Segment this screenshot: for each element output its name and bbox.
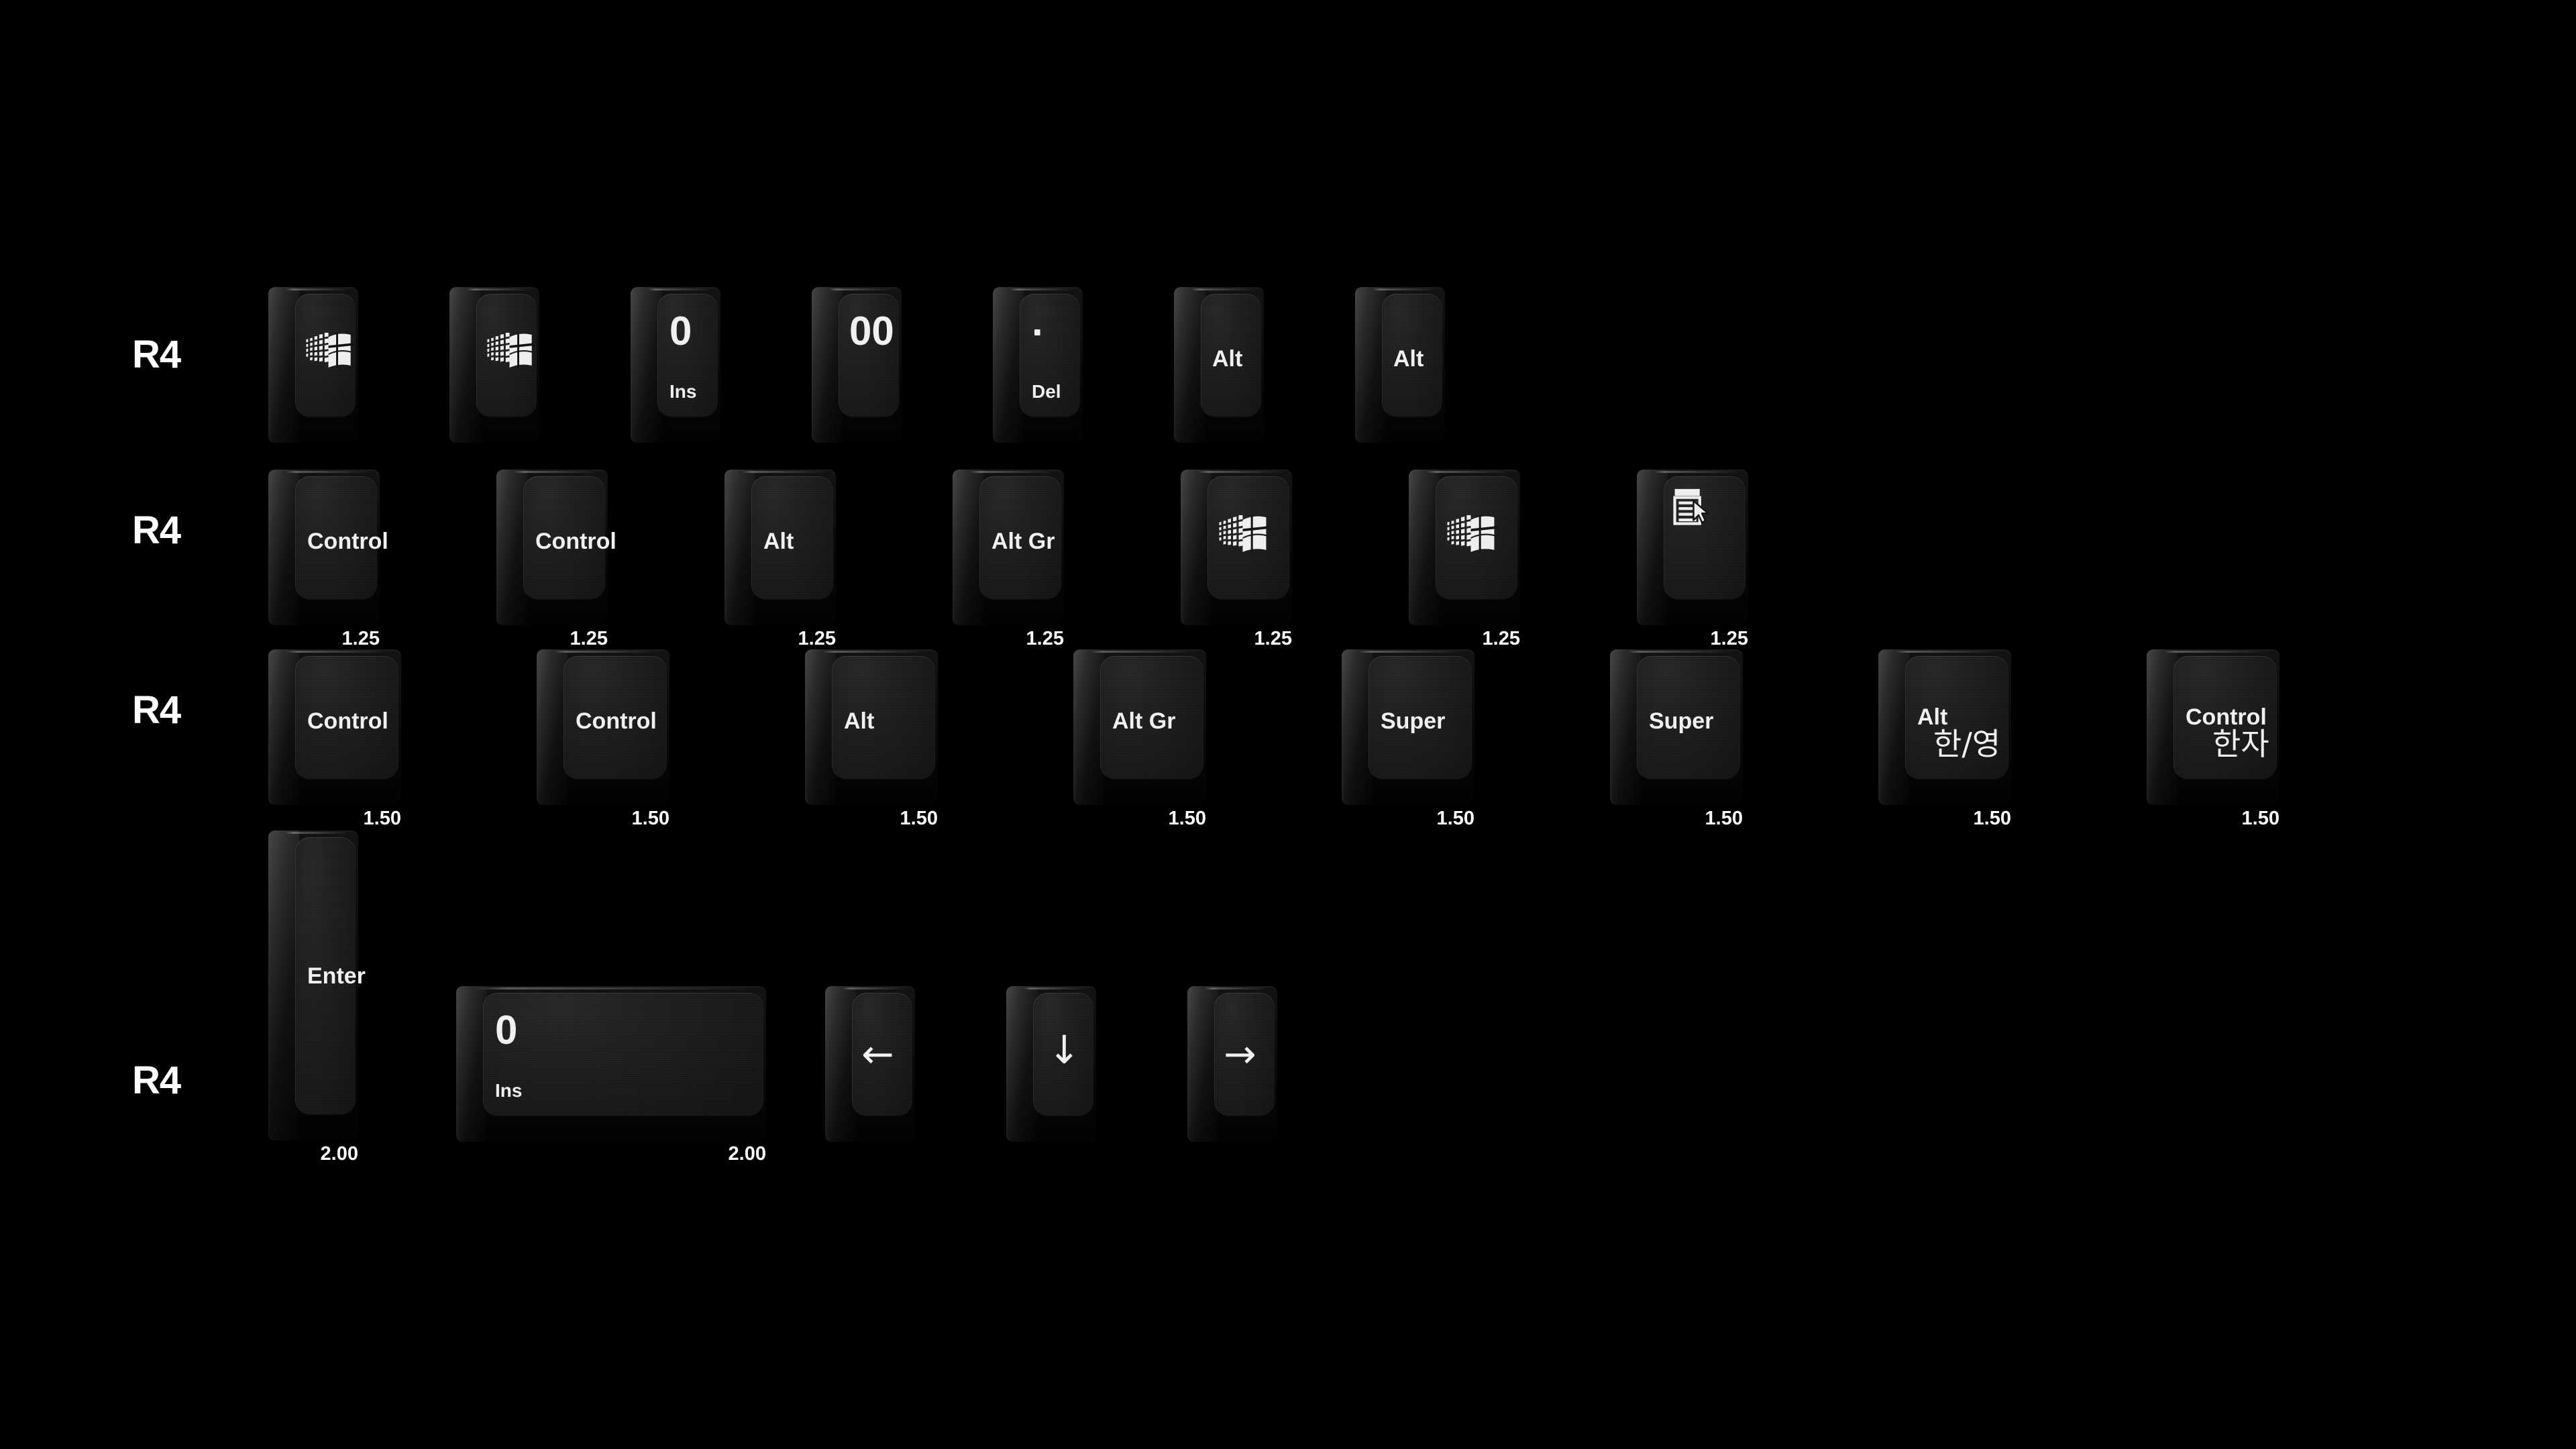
keycap-primary-legend: Super (1649, 708, 1714, 734)
keycap-primary-legend: Alt Gr (991, 529, 1055, 554)
keycap-numpad-zero-ins-200[interactable]: 0 Ins (456, 986, 766, 1142)
keycap-alt-r1-1[interactable]: Alt (1174, 287, 1264, 443)
keycap-size-caption: 1.25 (341, 628, 380, 649)
windows-logo-icon (1447, 515, 1497, 552)
keycap-control-hanja-150[interactable]: Control 한자 (2147, 649, 2279, 805)
keycap-primary-legend: Control (307, 708, 388, 734)
keycap-size-caption: 1.50 (1973, 808, 2011, 829)
row-label-r4-3: R4 (132, 688, 181, 732)
keycap-primary-legend: Alt (1917, 704, 1948, 730)
keycap-size-caption: 1.25 (570, 628, 608, 649)
keycap-primary-legend: Alt (844, 708, 875, 734)
keycap-numpad-decimal-del[interactable]: . Del (993, 287, 1083, 443)
keycap-primary-legend: Enter (307, 963, 366, 989)
keycap-enter-200[interactable]: Enter (268, 830, 366, 1140)
keycap-windows-125-2[interactable] (1409, 470, 1520, 625)
keycap-arrow-right[interactable]: → (1187, 986, 1277, 1142)
keycap-control-125-2[interactable]: Control (496, 470, 616, 625)
keycap-primary-legend: Alt (763, 529, 794, 554)
keycap-primary-legend: Alt (1393, 346, 1424, 372)
keycap-size-caption: 1.50 (631, 808, 669, 829)
keycap-size-caption: 1.50 (1168, 808, 1206, 829)
keycap-alt-150[interactable]: Alt (805, 649, 938, 805)
keycap-altgr-125[interactable]: Alt Gr (953, 470, 1064, 625)
keycap-size-caption: 1.50 (363, 808, 401, 829)
keycap-menu-125[interactable] (1637, 470, 1748, 625)
keycap-windows-2[interactable] (449, 287, 539, 443)
keycap-size-caption: 2.00 (320, 1143, 358, 1165)
keycap-primary-legend: Control (2186, 704, 2267, 730)
arrow-down-icon: ↓ (1048, 1027, 1081, 1073)
windows-logo-icon (487, 333, 535, 368)
keycap-size-caption: 1.50 (900, 808, 938, 829)
keycap-primary-legend: Control (535, 529, 616, 554)
keycap-layout-canvas: R4 0 Ins 00 . Del Alt Alt R4 Control 1.2… (0, 0, 2576, 1449)
keycap-control-125-1[interactable]: Control (268, 470, 388, 625)
keycap-primary-legend: 0 (669, 309, 692, 354)
keycap-super-150-2[interactable]: Super (1610, 649, 1743, 805)
keycap-secondary-legend: Del (1032, 381, 1061, 402)
keycap-top-face (483, 993, 763, 1116)
keycap-alt-125[interactable]: Alt (724, 470, 836, 625)
keycap-super-150-1[interactable]: Super (1342, 649, 1474, 805)
keycap-arrow-down[interactable]: ↓ (1006, 986, 1096, 1142)
keycap-secondary-legend: Ins (495, 1080, 523, 1101)
keycap-numpad-zero-ins-r1[interactable]: 0 Ins (631, 287, 720, 443)
keycap-primary-legend: Super (1381, 708, 1446, 734)
row-label-r4-2: R4 (132, 508, 181, 552)
windows-logo-icon (306, 333, 354, 368)
keycap-size-caption: 1.25 (1254, 628, 1292, 649)
row-label-r4-4: R4 (132, 1059, 181, 1102)
keycap-size-caption: 1.25 (1710, 628, 1748, 649)
keycap-size-caption: 1.25 (1026, 628, 1064, 649)
keycap-size-caption: 1.25 (1482, 628, 1520, 649)
keycap-primary-legend: Alt Gr (1112, 708, 1176, 734)
arrow-left-icon: ← (861, 1031, 894, 1077)
row-label-r4-1: R4 (132, 333, 181, 376)
keycap-primary-legend: Control (576, 708, 657, 734)
keycap-control-150-2[interactable]: Control (537, 649, 669, 805)
keycap-primary-legend: Control (307, 529, 388, 554)
keycap-primary-legend: 0 (495, 1008, 518, 1053)
keycap-control-150-1[interactable]: Control (268, 649, 401, 805)
keycap-windows-125-1[interactable] (1181, 470, 1292, 625)
keycap-arrow-left[interactable]: ← (825, 986, 915, 1142)
keycap-korean-legend: 한/영 (1933, 726, 2001, 762)
keycap-size-caption: 1.50 (1705, 808, 1743, 829)
keycap-altgr-150[interactable]: Alt Gr (1073, 649, 1206, 805)
keycap-alt-r1-2[interactable]: Alt (1355, 287, 1445, 443)
keycap-size-caption: 1.50 (2241, 808, 2279, 829)
windows-logo-icon (1219, 515, 1269, 552)
keycap-windows-1[interactable] (268, 287, 358, 443)
keycap-alt-hanyeong-150[interactable]: Alt 한/영 (1878, 649, 2011, 805)
arrow-right-icon: → (1224, 1031, 1256, 1077)
keycap-size-caption: 1.25 (798, 628, 836, 649)
keycap-primary-legend: Alt (1212, 346, 1243, 372)
keycap-size-caption: 2.00 (728, 1143, 766, 1165)
keycap-primary-legend: 00 (849, 309, 894, 354)
keycap-size-caption: 1.50 (1436, 808, 1474, 829)
keycap-primary-legend: . (1032, 299, 1043, 344)
keycap-secondary-legend: Ins (669, 381, 697, 402)
context-menu-icon (1673, 488, 1709, 525)
keycap-numpad-doublezero[interactable]: 00 (812, 287, 902, 443)
keycap-korean-legend: 한자 (2212, 726, 2269, 762)
